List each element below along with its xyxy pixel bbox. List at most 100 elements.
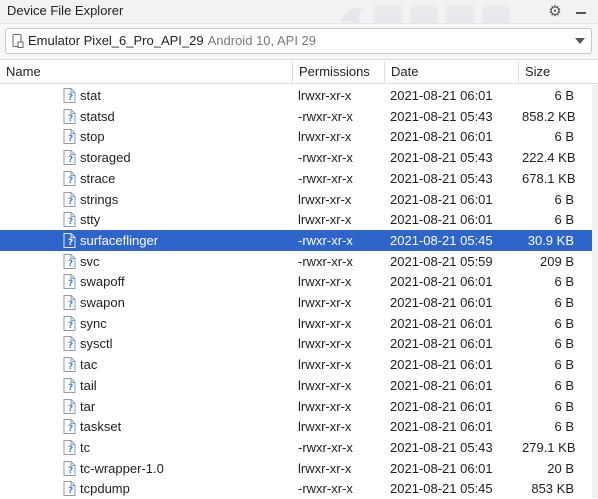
table-row[interactable]: ? tar lrwxr-xr-x 2021-08-21 06:01 6 B — [0, 396, 598, 417]
file-permissions: lrwxr-xr-x — [298, 336, 352, 352]
file-date: 2021-08-21 06:01 — [390, 315, 493, 331]
table-row[interactable]: ? swapon lrwxr-xr-x 2021-08-21 06:01 6 B — [0, 292, 598, 313]
table-row[interactable]: ? stop lrwxr-xr-x 2021-08-21 06:01 6 B — [0, 126, 598, 147]
file-size: 6 B — [554, 315, 574, 331]
file-permissions: -rwxr-xr-x — [298, 253, 353, 269]
file-permissions: -rwxr-xr-x — [298, 108, 353, 124]
table-row[interactable]: ? tc-wrapper-1.0 lrwxr-xr-x 2021-08-21 06:0… — [0, 458, 598, 479]
file-permissions: lrwxr-xr-x — [298, 398, 352, 414]
svg-text:?: ? — [68, 197, 73, 207]
file-name: storaged — [80, 150, 131, 166]
unknown-file-icon: ? — [63, 212, 76, 228]
file-size: 6 B — [554, 336, 574, 352]
file-date: 2021-08-21 06:01 — [390, 191, 493, 207]
file-name: tc — [80, 439, 91, 455]
minimize-icon[interactable] — [571, 2, 591, 22]
file-permissions: -rwxr-xr-x — [298, 170, 353, 186]
file-permissions: lrwxr-xr-x — [298, 377, 352, 393]
table-row[interactable]: ? sysctl lrwxr-xr-x 2021-08-21 06:01 6 B — [0, 333, 598, 354]
file-name: strings — [80, 191, 119, 207]
unknown-file-icon: ? — [63, 170, 76, 186]
column-header-permissions[interactable]: Permissions — [292, 61, 384, 83]
file-permissions: lrwxr-xr-x — [298, 212, 352, 228]
file-name: tac — [80, 357, 98, 373]
file-size: 6 B — [554, 398, 574, 414]
file-name: strace — [80, 170, 116, 186]
table-row[interactable]: ? tail lrwxr-xr-x 2021-08-21 06:01 6 B — [0, 375, 598, 396]
file-permissions: -rwxr-xr-x — [298, 150, 353, 166]
column-header-name[interactable]: Name — [0, 61, 292, 83]
file-date: 2021-08-21 06:01 — [390, 129, 493, 145]
device-dropdown[interactable]: Emulator Pixel_6_Pro_API_29 Android 10, A… — [5, 28, 592, 54]
chevron-down-icon[interactable] — [575, 38, 585, 44]
file-name: tcpdump — [80, 481, 130, 497]
file-size: 6 B — [554, 191, 574, 207]
scrollbar[interactable] — [592, 85, 598, 498]
svg-text:?: ? — [68, 341, 73, 351]
phone-icon — [12, 34, 24, 48]
unknown-file-icon: ? — [63, 88, 76, 103]
file-name: tc-wrapper-1.0 — [80, 460, 164, 476]
table-row[interactable]: ? stty lrwxr-xr-x 2021-08-21 06:01 6 B — [0, 209, 598, 230]
svg-text:?: ? — [68, 114, 73, 124]
table-row[interactable]: ? sync lrwxr-xr-x 2021-08-21 06:01 6 B — [0, 313, 598, 334]
window-title: Device File Explorer — [7, 3, 124, 18]
table-row[interactable]: ? surfaceflinger -rwxr-xr-x 2021-08-21 05:4… — [0, 229, 598, 251]
column-header-size[interactable]: Size — [518, 61, 598, 83]
device-details: Android 10, API 29 — [207, 33, 317, 48]
table-row[interactable]: ? tc -rwxr-xr-x 2021-08-21 05:43 279.1 KB — [0, 437, 598, 458]
gear-icon[interactable]: ⚙ — [545, 2, 565, 22]
title-bar: Device File Explorer ⚙ — [0, 0, 598, 24]
table-row[interactable]: ? svc -rwxr-xr-x 2021-08-21 05:59 209 B — [0, 251, 598, 272]
file-size: 858.2 KB — [522, 108, 576, 124]
file-size: 678.1 KB — [522, 170, 576, 186]
file-name: stat — [80, 88, 101, 103]
table-row[interactable]: ? tac lrwxr-xr-x 2021-08-21 06:01 6 B — [0, 354, 598, 375]
file-date: 2021-08-21 06:01 — [390, 419, 493, 435]
file-permissions: lrwxr-xr-x — [298, 460, 352, 476]
svg-text:?: ? — [68, 321, 73, 331]
file-name: tail — [80, 377, 97, 393]
svg-text:?: ? — [68, 383, 73, 393]
file-permissions: lrwxr-xr-x — [298, 419, 352, 435]
file-size: 853 KB — [531, 481, 574, 497]
unknown-file-icon: ? — [63, 108, 76, 124]
file-date: 2021-08-21 05:45 — [390, 481, 493, 497]
unknown-file-icon: ? — [63, 315, 76, 331]
file-name: swapon — [80, 295, 125, 310]
svg-text:?: ? — [68, 362, 73, 372]
table-row[interactable]: ? strace -rwxr-xr-x 2021-08-21 05:43 678.1 K… — [0, 168, 598, 189]
svg-text:?: ? — [68, 445, 73, 455]
file-size: 6 B — [554, 212, 574, 228]
unknown-file-icon: ? — [63, 398, 76, 414]
file-permissions: -rwxr-xr-x — [298, 481, 353, 497]
table-row[interactable]: ? statsd -rwxr-xr-x 2021-08-21 05:43 858.2 K… — [0, 106, 598, 127]
file-permissions: lrwxr-xr-x — [298, 191, 352, 207]
unknown-file-icon: ? — [63, 460, 76, 476]
file-name: sysctl — [80, 336, 113, 352]
column-header-date[interactable]: Date — [384, 61, 518, 83]
device-name: Emulator Pixel_6_Pro_API_29 — [28, 33, 204, 48]
file-date: 2021-08-21 05:43 — [390, 439, 493, 455]
file-size: 209 B — [540, 253, 574, 269]
file-name: surfaceflinger — [80, 232, 159, 248]
unknown-file-icon: ? — [63, 481, 76, 497]
file-size: 30.9 KB — [527, 232, 574, 248]
file-permissions: -rwxr-xr-x — [298, 439, 353, 455]
svg-text:?: ? — [68, 466, 73, 476]
file-size: 6 B — [554, 88, 574, 103]
svg-text:?: ? — [68, 238, 73, 248]
unknown-file-icon: ? — [63, 439, 76, 455]
table-row[interactable]: ? storaged -rwxr-xr-x 2021-08-21 05:43 222.4… — [0, 147, 598, 168]
table-row[interactable]: ? swapoff lrwxr-xr-x 2021-08-21 06:01 6 B — [0, 271, 598, 292]
file-name: statsd — [80, 108, 115, 124]
file-date: 2021-08-21 05:43 — [390, 108, 493, 124]
table-row[interactable]: ? stat lrwxr-xr-x 2021-08-21 06:01 6 B — [0, 85, 598, 106]
svg-text:?: ? — [68, 155, 73, 165]
file-size: 6 B — [554, 295, 574, 310]
file-name: stop — [80, 129, 105, 145]
table-row[interactable]: ? strings lrwxr-xr-x 2021-08-21 06:01 6 B — [0, 189, 598, 210]
table-row[interactable]: ? tcpdump -rwxr-xr-x 2021-08-21 05:45 853 KB — [0, 478, 598, 499]
unknown-file-icon: ? — [63, 253, 76, 269]
table-row[interactable]: ? taskset lrwxr-xr-x 2021-08-21 06:01 6 B — [0, 416, 598, 437]
